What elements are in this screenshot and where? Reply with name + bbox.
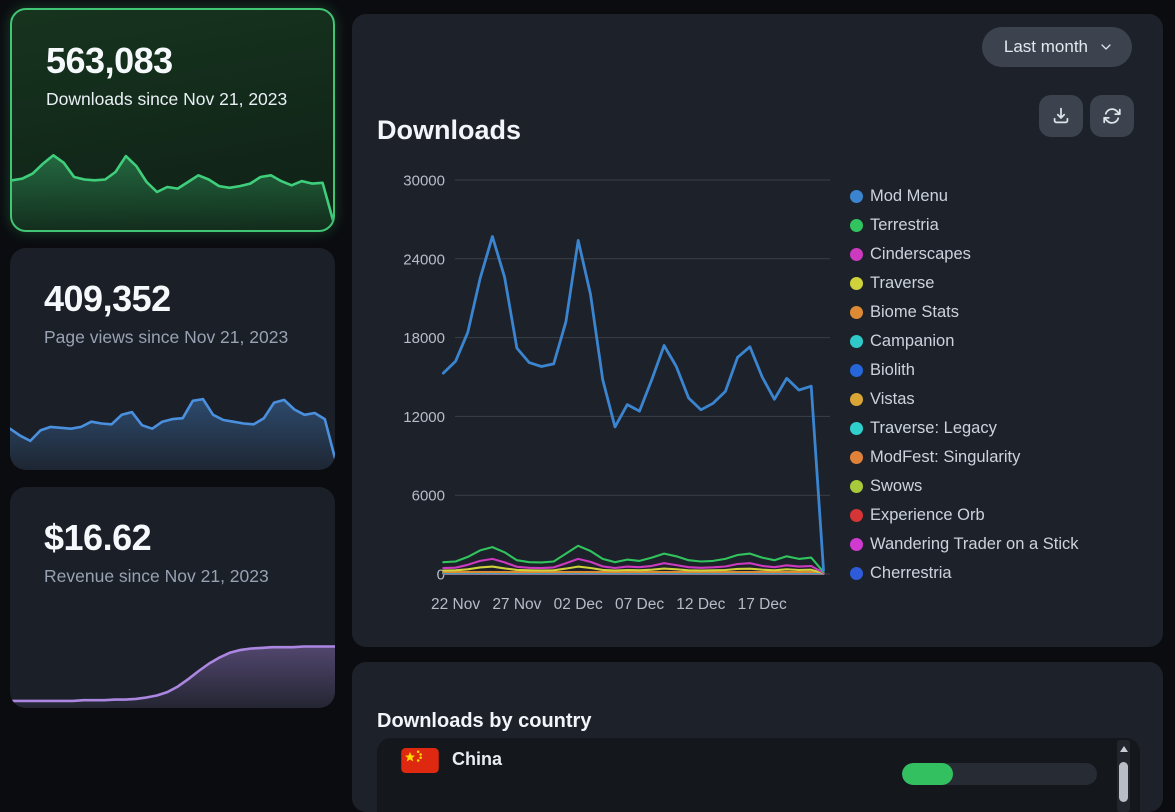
svg-text:27 Nov: 27 Nov [492,596,541,613]
legend-item[interactable]: ModFest: Singularity [850,443,1079,472]
date-range-label: Last month [1004,37,1088,57]
legend-label: Vistas [870,390,915,409]
page-views-total: 409,352 [44,278,171,320]
country-name: China [452,749,502,770]
legend-dot-icon [850,538,863,551]
legend-label: Traverse: Legacy [870,419,997,438]
download-icon [1050,105,1072,127]
legend-dot-icon [850,277,863,290]
svg-text:6000: 6000 [412,488,445,505]
scrollbar-thumb[interactable] [1119,762,1128,802]
legend-label: Wandering Trader on a Stick [870,535,1079,554]
legend-dot-icon [850,509,863,522]
revenue-total-label: Revenue since Nov 21, 2023 [44,565,294,588]
revenue-sparkline [10,636,335,708]
legend-label: Swows [870,477,922,496]
svg-text:24000: 24000 [403,251,445,268]
legend-dot-icon [850,364,863,377]
refresh-button[interactable] [1090,95,1134,137]
scroll-up-arrow-icon[interactable] [1120,746,1128,752]
revenue-total: $16.62 [44,517,151,559]
legend-label: Biome Stats [870,303,959,322]
legend-dot-icon [850,393,863,406]
country-list: China [377,738,1140,812]
legend-label: Terrestria [870,216,939,235]
page-views-total-label: Page views since Nov 21, 2023 [44,326,294,349]
svg-text:12000: 12000 [403,409,445,426]
svg-text:07 Dec: 07 Dec [615,596,664,613]
legend-dot-icon [850,219,863,232]
export-csv-button[interactable] [1039,95,1083,137]
svg-text:17 Dec: 17 Dec [738,596,787,613]
legend-dot-icon [850,190,863,203]
downloads-panel: 060001200018000240003000022 Nov27 Nov02 … [352,14,1163,647]
svg-text:12 Dec: 12 Dec [676,596,725,613]
downloads-by-country-panel: Downloads by country China [352,662,1163,812]
legend-dot-icon [850,335,863,348]
country-row: China [377,738,1140,784]
legend-item[interactable]: Experience Orb [850,501,1079,530]
country-bar-fill [902,763,953,785]
legend-label: Experience Orb [870,506,985,525]
legend-item[interactable]: Cinderscapes [850,240,1079,269]
legend-item[interactable]: Wandering Trader on a Stick [850,530,1079,559]
svg-text:02 Dec: 02 Dec [554,596,603,613]
country-bar-track [902,763,1097,785]
stat-card-page-views[interactable]: 409,352 Page views since Nov 21, 2023 [10,248,335,470]
legend-item[interactable]: Traverse: Legacy [850,414,1079,443]
panel-title: Downloads [377,115,521,146]
legend-label: Biolith [870,361,915,380]
legend-label: Mod Menu [870,187,948,206]
downloads-total: 563,083 [46,40,173,82]
legend-label: Campanion [870,332,954,351]
legend-item[interactable]: Terrestria [850,211,1079,240]
legend-item[interactable]: Biolith [850,356,1079,385]
stat-card-revenue[interactable]: $16.62 Revenue since Nov 21, 2023 [10,487,335,708]
legend-item[interactable]: Traverse [850,269,1079,298]
china-flag-icon [401,748,439,773]
legend-label: Cinderscapes [870,245,971,264]
chart-legend: Mod Menu Terrestria Cinderscapes Traverse Bi… [850,182,1079,588]
legend-dot-icon [850,422,863,435]
date-range-dropdown[interactable]: Last month [982,27,1132,67]
refresh-icon [1101,105,1123,127]
svg-text:22 Nov: 22 Nov [431,596,480,613]
legend-item[interactable]: Cherrestria [850,559,1079,588]
downloads-sparkline [12,144,333,230]
legend-label: Cherrestria [870,564,952,583]
chevron-down-icon [1098,39,1114,55]
downloads-total-label: Downloads since Nov 21, 2023 [46,88,296,111]
legend-item[interactable]: Mod Menu [850,182,1079,211]
legend-label: Traverse [870,274,935,293]
country-panel-title: Downloads by country [377,710,591,733]
page-views-sparkline [10,388,335,470]
legend-label: ModFest: Singularity [870,448,1020,467]
legend-item[interactable]: Campanion [850,327,1079,356]
legend-dot-icon [850,480,863,493]
legend-item[interactable]: Biome Stats [850,298,1079,327]
svg-text:30000: 30000 [403,173,445,190]
country-list-scrollbar[interactable] [1117,740,1130,812]
legend-item[interactable]: Vistas [850,385,1079,414]
legend-dot-icon [850,567,863,580]
legend-dot-icon [850,306,863,319]
legend-dot-icon [850,248,863,261]
legend-item[interactable]: Swows [850,472,1079,501]
stat-card-downloads[interactable]: 563,083 Downloads since Nov 21, 2023 [10,8,335,232]
legend-dot-icon [850,451,863,464]
svg-text:18000: 18000 [403,330,445,347]
